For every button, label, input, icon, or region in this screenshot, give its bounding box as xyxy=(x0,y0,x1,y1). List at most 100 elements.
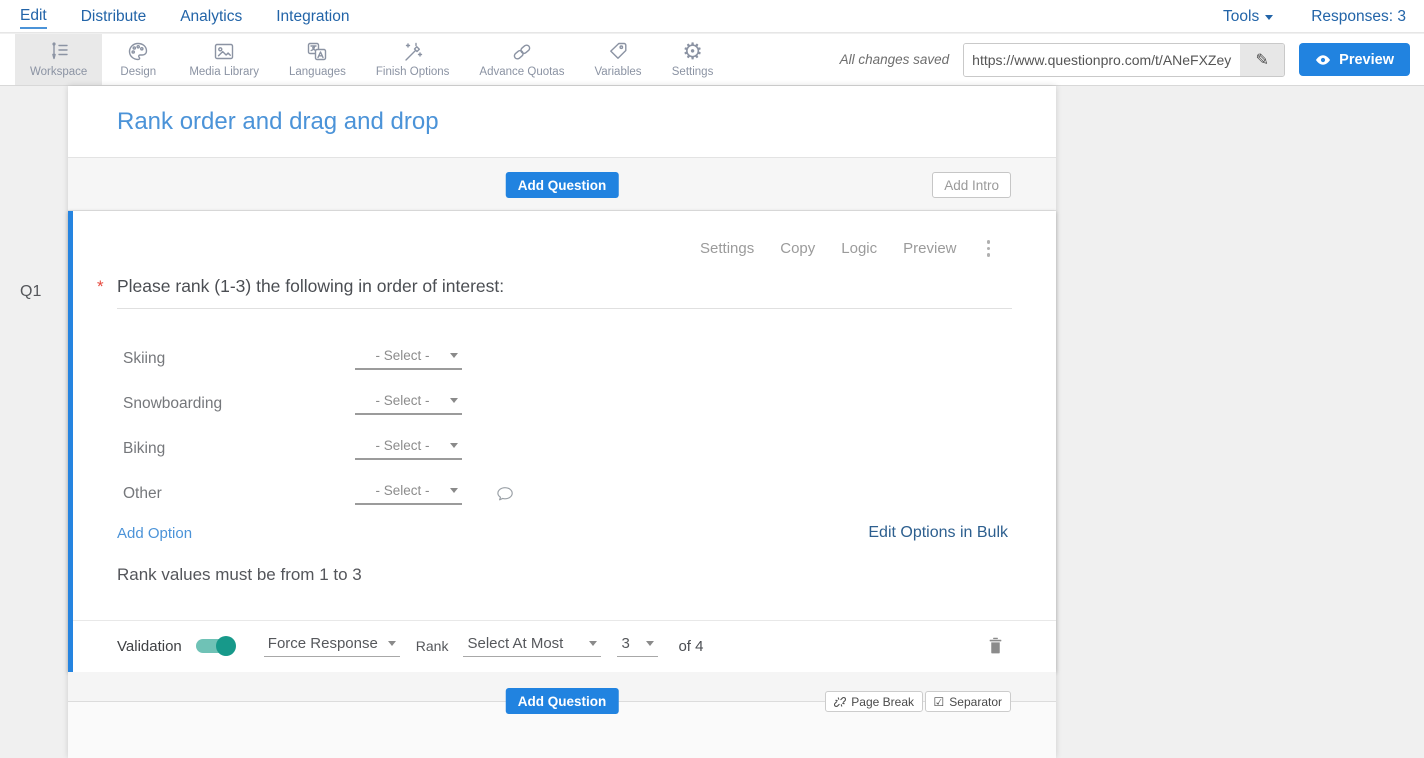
edit-options-in-bulk-link[interactable]: Edit Options in Bulk xyxy=(868,524,1008,542)
toolbar-tab-variables[interactable]: Variables xyxy=(579,34,656,85)
toolbar-tab-label: Finish Options xyxy=(376,66,450,78)
media-library-icon xyxy=(212,40,236,64)
nav-tab-integration[interactable]: Integration xyxy=(276,4,349,28)
toolbar-tab-label: Variables xyxy=(594,66,641,78)
nav-right: Tools Responses: 3 xyxy=(1223,4,1424,28)
chevron-down-icon xyxy=(450,488,458,493)
toolbar-tab-design[interactable]: Design xyxy=(102,34,174,85)
toolbar-tab-advance-quotas[interactable]: Advance Quotas xyxy=(464,34,579,85)
survey-title[interactable]: Rank order and drag and drop xyxy=(117,108,439,136)
toolbar-tab-languages[interactable]: Languages xyxy=(274,34,361,85)
tools-menu[interactable]: Tools xyxy=(1223,4,1273,28)
force-response-select[interactable]: Force Response xyxy=(264,635,400,657)
toolbar-tab-label: Settings xyxy=(672,66,714,78)
chevron-down-icon xyxy=(450,443,458,448)
rank-select-value: - Select - xyxy=(359,438,446,453)
toolbar-tab-settings[interactable]: ⚙ Settings xyxy=(657,34,729,85)
question-text[interactable]: Please rank (1-3) the following in order… xyxy=(117,275,504,297)
nav-links: Edit Distribute Analytics Integration xyxy=(0,3,349,29)
separator-button[interactable]: ☑ Separator xyxy=(925,691,1011,712)
tools-label: Tools xyxy=(1223,8,1259,26)
option-label[interactable]: Biking xyxy=(123,440,355,458)
question-copy-button[interactable]: Copy xyxy=(780,240,815,257)
toolbar-tab-finish-options[interactable]: Finish Options xyxy=(361,34,465,85)
required-asterisk: * xyxy=(97,275,117,297)
question-settings-button[interactable]: Settings xyxy=(700,240,754,257)
top-nav: Edit Distribute Analytics Integration To… xyxy=(0,0,1424,33)
rank-hint-text: Rank values must be from 1 to 3 xyxy=(117,565,362,585)
toggle-knob xyxy=(216,636,236,656)
chevron-down-icon xyxy=(388,641,396,646)
workspace-area: Q1 Rank order and drag and drop Add Ques… xyxy=(0,86,1424,758)
nav-tab-analytics[interactable]: Analytics xyxy=(180,4,242,28)
add-intro-button[interactable]: Add Intro xyxy=(932,172,1011,198)
rank-select[interactable]: - Select - xyxy=(355,438,462,460)
toolbar-tab-label: Languages xyxy=(289,66,346,78)
option-label[interactable]: Snowboarding xyxy=(123,395,355,413)
option-row: Biking - Select - xyxy=(123,426,1012,471)
rank-mode-value: Select At Most xyxy=(467,635,585,652)
add-question-bar-top: Add Question Add Intro xyxy=(68,157,1056,211)
question-text-row: * Please rank (1-3) the following in ord… xyxy=(97,275,1012,297)
toolbar-tab-media-library[interactable]: Media Library xyxy=(174,34,274,85)
survey-column: Rank order and drag and drop Add Questio… xyxy=(68,86,1056,758)
option-row: Snowboarding - Select - xyxy=(123,381,1012,426)
finish-options-icon xyxy=(401,40,425,64)
rank-select-value: - Select - xyxy=(359,393,446,408)
preview-button[interactable]: Preview xyxy=(1299,43,1410,76)
survey-url-input[interactable] xyxy=(964,44,1240,76)
rank-select-value: - Select - xyxy=(359,348,446,363)
survey-url-group: ✎ xyxy=(963,43,1285,77)
toolbar-tab-workspace[interactable]: Workspace xyxy=(15,34,102,85)
rank-select[interactable]: - Select - xyxy=(355,393,462,415)
add-question-button[interactable]: Add Question xyxy=(506,688,619,714)
save-status: All changes saved xyxy=(840,52,950,67)
option-label[interactable]: Skiing xyxy=(123,350,355,368)
responses-link[interactable]: Responses: 3 xyxy=(1311,4,1406,28)
languages-icon xyxy=(305,40,329,64)
rank-count-select[interactable]: 3 xyxy=(617,635,658,657)
advance-quotas-icon xyxy=(510,40,534,64)
rank-select-value: - Select - xyxy=(359,483,446,498)
toolbar-tab-label: Advance Quotas xyxy=(479,66,564,78)
question-logic-button[interactable]: Logic xyxy=(841,240,877,257)
page-break-label: Page Break xyxy=(851,695,914,709)
rank-select[interactable]: - Select - xyxy=(355,483,462,505)
editor-toolbar: Workspace Design Media Library xyxy=(0,34,1424,86)
settings-icon: ⚙ xyxy=(682,40,703,64)
page-break-button[interactable]: Page Break xyxy=(825,691,923,712)
rank-mode-select[interactable]: Select At Most xyxy=(463,635,601,657)
add-option-link[interactable]: Add Option xyxy=(117,525,192,542)
option-row: Other - Select - xyxy=(123,471,1012,516)
nav-tab-distribute[interactable]: Distribute xyxy=(81,4,146,28)
variables-icon xyxy=(606,40,630,64)
chevron-down-icon xyxy=(450,353,458,358)
question-preview-button[interactable]: Preview xyxy=(903,240,956,257)
force-response-value: Force Response xyxy=(268,635,384,652)
validation-toggle[interactable] xyxy=(196,639,233,653)
edit-url-button[interactable]: ✎ xyxy=(1240,44,1284,76)
chevron-down-icon xyxy=(1265,15,1273,20)
chevron-down-icon xyxy=(646,641,654,646)
option-label[interactable]: Other xyxy=(123,485,355,503)
question-actions: Settings Copy Logic Preview xyxy=(700,238,994,259)
comment-bubble-icon[interactable] xyxy=(496,485,514,502)
toolbar-right: All changes saved ✎ Preview xyxy=(840,34,1424,85)
option-links-row: Add Option Edit Options in Bulk xyxy=(117,524,1008,542)
question-number-label: Q1 xyxy=(20,283,41,301)
more-options-icon[interactable] xyxy=(983,238,995,259)
toolbar-tab-label: Design xyxy=(120,66,156,78)
checkbox-icon: ☑ xyxy=(934,695,945,709)
rank-select[interactable]: - Select - xyxy=(355,348,462,370)
eye-icon xyxy=(1315,54,1331,66)
option-row: Skiing - Select - xyxy=(123,336,1012,381)
survey-title-section: Rank order and drag and drop xyxy=(68,86,1056,157)
validation-row: Validation Force Response Rank Select At… xyxy=(117,620,1012,672)
add-question-button[interactable]: Add Question xyxy=(506,172,619,198)
nav-tab-edit[interactable]: Edit xyxy=(20,3,47,29)
rank-count-value: 3 xyxy=(621,635,642,652)
toolbar-tab-label: Workspace xyxy=(30,66,87,78)
toolbar-tabs: Workspace Design Media Library xyxy=(0,34,729,85)
delete-question-button[interactable] xyxy=(987,636,1004,655)
separator-label: Separator xyxy=(949,695,1002,709)
